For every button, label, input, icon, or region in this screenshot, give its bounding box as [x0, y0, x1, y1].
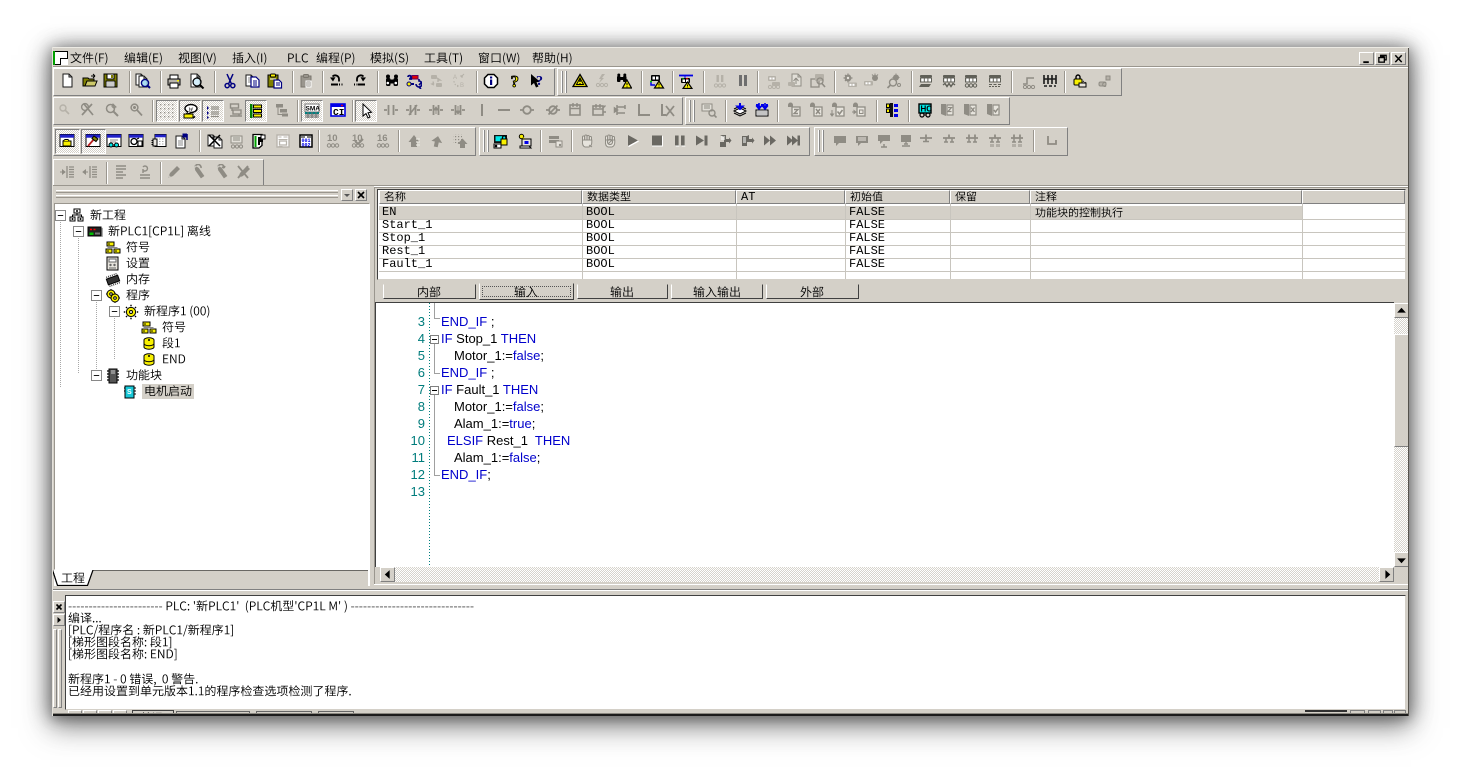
svg-text:CI: CI	[333, 107, 344, 118]
svg-text:16: 16	[377, 133, 388, 144]
svg-text:?: ?	[511, 73, 520, 89]
svg-text:HC: HC	[921, 105, 933, 114]
svg-text:S: S	[127, 389, 132, 396]
svg-text:B: B	[460, 83, 464, 89]
svg-text:002: 002	[302, 143, 311, 149]
svg-text:w: w	[189, 105, 194, 113]
svg-text:A: A	[453, 75, 457, 81]
svg-text:SMA: SMA	[306, 106, 321, 113]
svg-text:10: 10	[327, 133, 338, 144]
svg-text:?: ?	[536, 74, 543, 89]
